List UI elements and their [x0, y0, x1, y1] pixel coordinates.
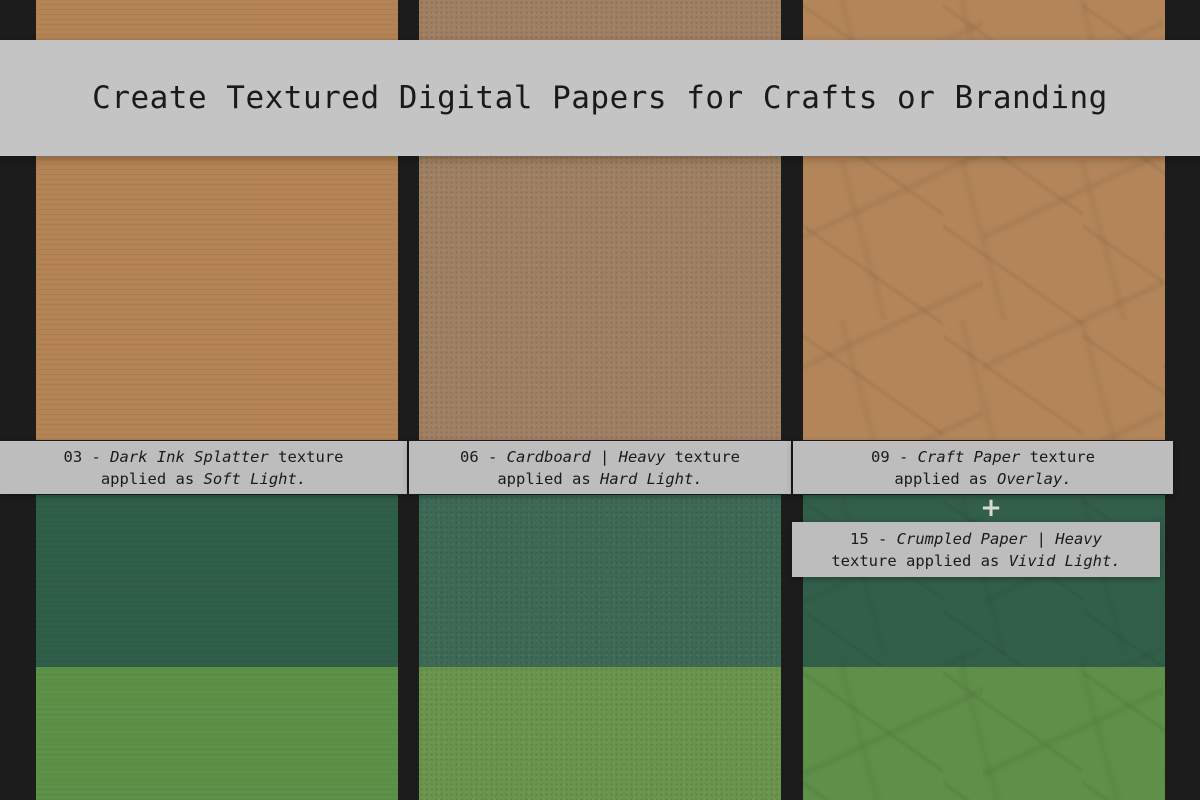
- caption-craft-paper: 09 - Craft Paper texture applied as Over…: [793, 441, 1173, 494]
- caption-suffix: texture: [1029, 447, 1095, 466]
- caption-applied: applied as: [894, 469, 988, 488]
- caption-line-1: 06 - Cardboard | Heavy texture: [409, 446, 791, 468]
- swatch-light-green-cardboard: [419, 667, 781, 800]
- page-title: Create Textured Digital Papers for Craft…: [92, 80, 1108, 116]
- swatch-dark-green-cardboard: [419, 495, 781, 667]
- caption-suffix: texture: [278, 447, 344, 466]
- caption-blend-mode: Soft Light.: [203, 469, 307, 488]
- caption-texture-name: Craft Paper: [917, 447, 1021, 466]
- caption-number: 15 -: [850, 529, 888, 548]
- caption-line-2: texture applied as Vivid Light.: [792, 550, 1160, 572]
- caption-blend-mode: Vivid Light.: [1008, 551, 1121, 570]
- caption-line-2: applied as Soft Light.: [0, 468, 407, 490]
- plus-icon: +: [980, 493, 1002, 523]
- swatch-light-green-crumpled: [803, 667, 1165, 800]
- caption-line-1: 15 - Crumpled Paper | Heavy: [792, 528, 1160, 550]
- caption-number: 03 -: [63, 447, 101, 466]
- caption-applied: applied as: [497, 469, 591, 488]
- caption-line-2: applied as Overlay.: [793, 468, 1173, 490]
- caption-crumpled-paper: 15 - Crumpled Paper | Heavy texture appl…: [792, 522, 1160, 577]
- caption-applied: applied as: [100, 469, 195, 488]
- caption-line-2: applied as Hard Light.: [409, 468, 791, 490]
- caption-line-1: 09 - Craft Paper texture: [793, 446, 1173, 468]
- caption-number: 06 -: [460, 447, 498, 466]
- swatch-light-green-ink-splatter: [36, 667, 398, 800]
- caption-line-1: 03 - Dark Ink Splatter texture: [0, 446, 407, 468]
- caption-texture-name: Cardboard | Heavy: [506, 447, 666, 466]
- swatch-dark-green-ink-splatter: [36, 495, 398, 667]
- caption-suffix: texture applied as: [831, 551, 1000, 570]
- caption-suffix: texture: [674, 447, 740, 466]
- caption-texture-name: Dark Ink Splatter: [110, 447, 269, 466]
- caption-ink-splatter: 03 - Dark Ink Splatter texture applied a…: [0, 441, 407, 494]
- caption-number: 09 -: [871, 447, 909, 466]
- caption-blend-mode: Overlay.: [997, 469, 1072, 488]
- caption-texture-name: Crumpled Paper | Heavy: [896, 529, 1102, 548]
- header-band: Create Textured Digital Papers for Craft…: [0, 40, 1200, 156]
- caption-cardboard: 06 - Cardboard | Heavy texture applied a…: [409, 441, 791, 494]
- caption-blend-mode: Hard Light.: [600, 469, 703, 488]
